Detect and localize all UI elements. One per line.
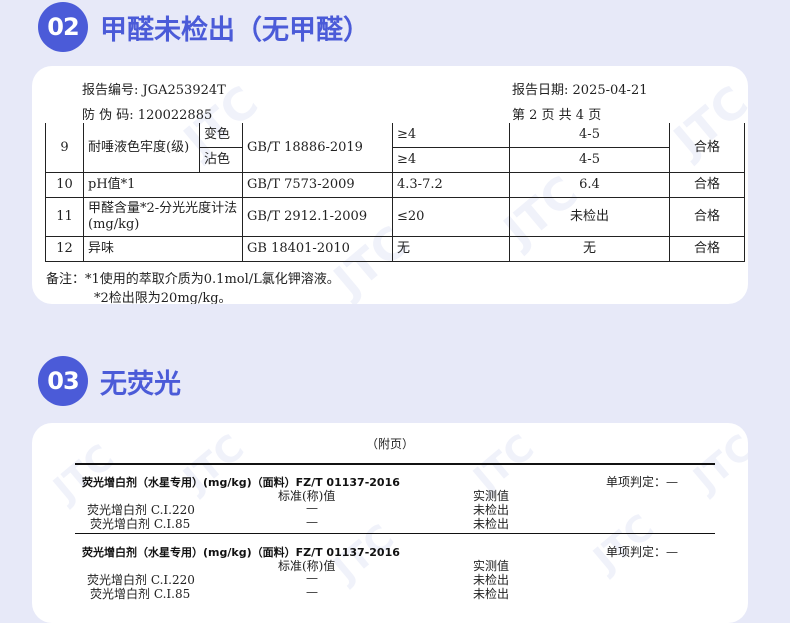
sub-item: 变色 bbox=[199, 123, 243, 148]
test-standard: GB/T 18886-2019 bbox=[242, 123, 393, 173]
result: 无 bbox=[509, 236, 670, 262]
agent-name: 荧光增白剂 C.I.85 bbox=[90, 587, 191, 601]
table-row: 10 pH值*1 GB/T 7573-2009 4.3-7.2 6.4 合格 bbox=[45, 172, 745, 198]
section-03-header: 03 无荧光 bbox=[38, 356, 181, 406]
test-item: 甲醛含量*2-分光光度计法(mg/kg) bbox=[83, 197, 243, 237]
sub-item: 沾色 bbox=[199, 147, 243, 173]
block-title: 荧光增白剂（水星专用）(mg/kg)（面料）FZ/T 01137-2016 bbox=[82, 546, 400, 559]
appendix-document: JTC JTC JTC JTC JTC JTC （附页） 荧光增白剂（水星专用）… bbox=[32, 423, 748, 623]
standard-value: — bbox=[306, 571, 318, 585]
result: 未检出 bbox=[509, 197, 670, 237]
test-item: pH值*1 bbox=[83, 172, 243, 198]
test-item: 耐唾液色牢度(级) bbox=[83, 123, 200, 173]
measured-value: 未检出 bbox=[473, 517, 510, 531]
measured-value: 未检出 bbox=[473, 587, 510, 601]
section-title: 无荧光 bbox=[100, 368, 181, 400]
row-number: 9 bbox=[45, 123, 84, 173]
judgement: 合格 bbox=[669, 123, 745, 173]
footnote: *2检出限为20mg/kg。 bbox=[94, 291, 232, 304]
report-date-label: 报告日期: bbox=[512, 83, 569, 98]
section-02-header: 02 甲醛未检出（无甲醛） bbox=[38, 2, 370, 52]
row-number: 11 bbox=[45, 197, 84, 237]
table-row: 12 异味 GB 18401-2010 无 无 合格 bbox=[45, 236, 745, 262]
standard-value: — bbox=[306, 585, 318, 599]
item-judgement: 单项判定：— bbox=[605, 475, 678, 489]
result: 4-5 bbox=[509, 147, 670, 173]
requirement: ≥4 bbox=[392, 123, 510, 148]
table-row: 11 甲醛含量*2-分光光度计法(mg/kg) GB/T 2912.1-2009… bbox=[45, 197, 745, 237]
test-item: 异味 bbox=[83, 236, 243, 262]
anticounterfeit-code: 防 伪 码: 120022885 bbox=[82, 104, 212, 123]
item-judgement: 单项判定：— bbox=[605, 545, 678, 559]
test-standard: GB/T 2912.1-2009 bbox=[242, 197, 393, 237]
footnote: 备注：*1使用的萃取介质为0.1mol/L氯化钾溶液。 bbox=[46, 272, 340, 287]
requirement: 4.3-7.2 bbox=[392, 172, 510, 198]
divider bbox=[75, 463, 715, 465]
report-number: 报告编号: JGA253924T bbox=[82, 79, 226, 98]
section-number-badge: 02 bbox=[38, 2, 88, 52]
test-standard: GB/T 7573-2009 bbox=[242, 172, 393, 198]
standard-value: — bbox=[306, 515, 318, 529]
row-number: 12 bbox=[45, 236, 84, 262]
test-results-table: 9 耐唾液色牢度(级) 变色 GB/T 18886-2019 ≥4 4-5 合格… bbox=[45, 123, 745, 262]
report-card: JTC JTC JTC JTC 报告编号: JGA253924T 防 伪 码: … bbox=[32, 66, 748, 304]
report-document: JTC JTC JTC JTC 报告编号: JGA253924T 防 伪 码: … bbox=[32, 66, 748, 304]
report-number-label: 报告编号: bbox=[82, 83, 139, 98]
result: 6.4 bbox=[509, 172, 670, 198]
test-standard: GB 18401-2010 bbox=[242, 236, 393, 262]
appendix-card: JTC JTC JTC JTC JTC JTC （附页） 荧光增白剂（水星专用）… bbox=[32, 423, 748, 623]
anticounterfeit-value: 120022885 bbox=[137, 108, 213, 123]
row-number: 10 bbox=[45, 172, 84, 198]
report-date-value: 2025-04-21 bbox=[572, 83, 648, 98]
section-title: 甲醛未检出（无甲醛） bbox=[100, 14, 370, 46]
standard-value: — bbox=[306, 501, 318, 515]
anticounterfeit-label: 防 伪 码: bbox=[82, 108, 134, 123]
requirement: ≤20 bbox=[392, 197, 510, 237]
result: 4-5 bbox=[509, 123, 670, 148]
appendix-label: （附页） bbox=[365, 437, 414, 451]
agent-name: 荧光增白剂 C.I.85 bbox=[90, 517, 191, 531]
section-number-badge: 03 bbox=[38, 356, 88, 406]
requirement: ≥4 bbox=[392, 147, 510, 173]
judgement: 合格 bbox=[669, 236, 745, 262]
judgement: 合格 bbox=[669, 172, 745, 198]
judgement: 合格 bbox=[669, 197, 745, 237]
divider bbox=[75, 533, 715, 534]
requirement: 无 bbox=[392, 236, 510, 262]
block-title: 荧光增白剂（水星专用）(mg/kg)（面料）FZ/T 01137-2016 bbox=[82, 476, 400, 489]
page-info: 第 2 页 共 4 页 bbox=[512, 108, 602, 123]
table-row: 9 耐唾液色牢度(级) 变色 GB/T 18886-2019 ≥4 4-5 合格 bbox=[45, 123, 745, 173]
report-number-value: JGA253924T bbox=[142, 83, 226, 98]
report-date: 报告日期: 2025-04-21 bbox=[512, 79, 647, 98]
